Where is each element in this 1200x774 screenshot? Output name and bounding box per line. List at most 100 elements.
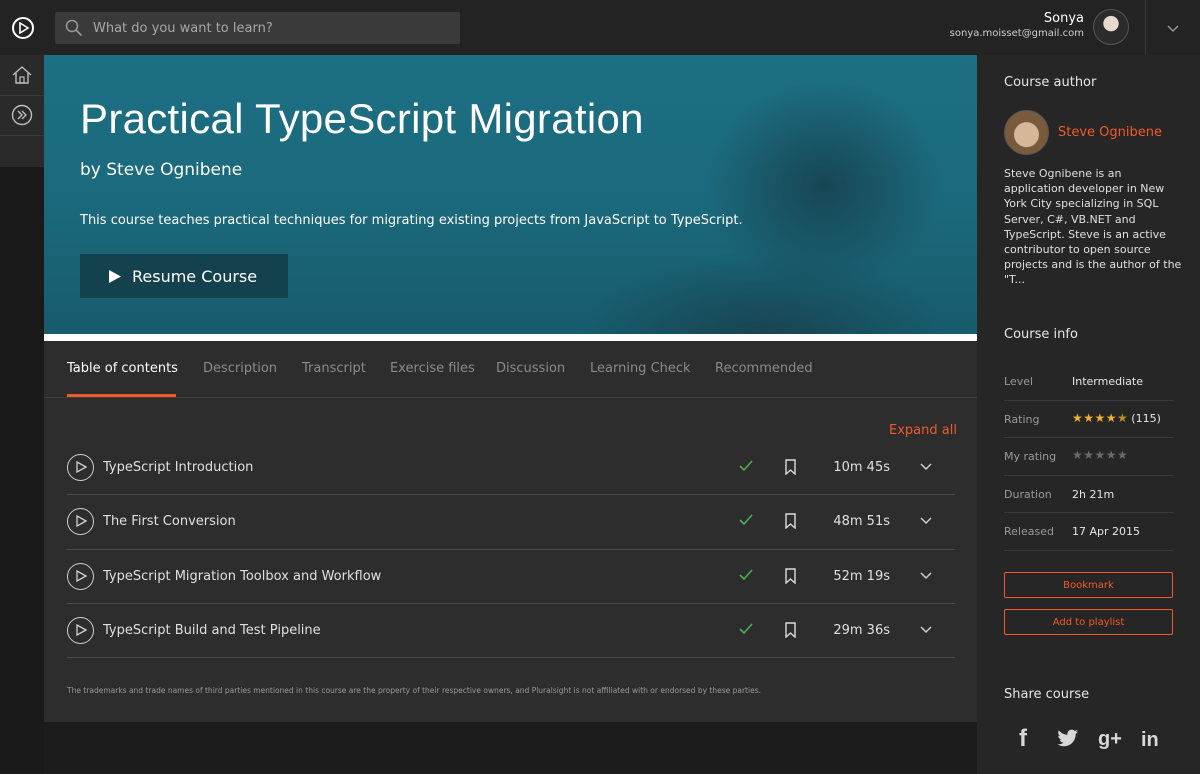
- course-tabs: Table of contents Description Transcript…: [44, 341, 977, 398]
- chevron-down-icon[interactable]: [920, 625, 932, 635]
- bookmark-icon[interactable]: [785, 513, 796, 530]
- module-row[interactable]: TypeScript Migration Toolbox and Workflo…: [67, 550, 955, 604]
- author-name-link[interactable]: Steve Ognibene: [1058, 125, 1162, 140]
- double-chevron-right-icon: [11, 104, 33, 126]
- user-avatar[interactable]: [1093, 9, 1129, 45]
- resume-course-button[interactable]: Resume Course: [80, 254, 288, 298]
- linkedin-icon[interactable]: in: [1141, 729, 1159, 752]
- play-module-button[interactable]: [67, 508, 94, 536]
- module-row[interactable]: TypeScript Introduction 10m 45s: [67, 441, 955, 496]
- search-input[interactable]: [93, 12, 453, 44]
- info-label: Duration: [1004, 487, 1052, 501]
- info-row-rating: Rating ★★★★★ (115): [1004, 401, 1173, 438]
- info-row-level: Level Intermediate: [1004, 363, 1173, 401]
- course-author-heading: Course author: [1004, 75, 1097, 90]
- bookmark-button[interactable]: Bookmark: [1004, 572, 1173, 598]
- user-menu-chevron-down-icon[interactable]: [1163, 18, 1183, 38]
- play-module-button[interactable]: [67, 562, 94, 590]
- play-icon: [76, 623, 87, 636]
- course-title: Practical TypeScript Migration: [80, 95, 644, 142]
- tab-exercise-files[interactable]: Exercise files: [390, 361, 475, 376]
- search-icon: [65, 19, 83, 37]
- module-list: TypeScript Introduction 10m 45s The Firs…: [67, 441, 955, 659]
- chevron-down-icon[interactable]: [920, 462, 932, 472]
- play-module-button[interactable]: [67, 454, 94, 481]
- expand-nav-button[interactable]: [0, 95, 44, 135]
- module-duration: 48m 51s: [833, 514, 890, 530]
- bookmark-icon[interactable]: [785, 622, 796, 638]
- left-rail: [0, 55, 44, 774]
- google-plus-icon[interactable]: g+: [1098, 728, 1122, 751]
- bookmark-icon[interactable]: [785, 459, 796, 475]
- add-to-playlist-button[interactable]: Add to playlist: [1004, 609, 1173, 635]
- user-name: Sonya: [1043, 11, 1084, 26]
- author-bio: Steve Ognibene is an application develop…: [1004, 167, 1182, 287]
- tab-learning-check[interactable]: Learning Check: [590, 361, 691, 376]
- course-hero: Practical TypeScript Migration by Steve …: [44, 55, 977, 334]
- tab-discussion[interactable]: Discussion: [496, 361, 565, 376]
- info-label: My rating: [1004, 450, 1057, 463]
- info-row-released: Released 17 Apr 2015: [1004, 513, 1173, 551]
- tab-table-of-contents[interactable]: Table of contents: [67, 361, 178, 376]
- course-info-table: Level Intermediate Rating ★★★★★ (115) My …: [1004, 363, 1173, 551]
- resume-course-label: Resume Course: [132, 266, 258, 286]
- rating-count: (115): [1131, 411, 1161, 425]
- share-course-heading: Share course: [1004, 687, 1090, 702]
- module-row[interactable]: The First Conversion 48m 51s: [67, 495, 955, 550]
- author-avatar[interactable]: [1004, 110, 1049, 155]
- checkmark-icon: [739, 623, 753, 635]
- user-email: sonya.moisset@gmail.com: [949, 28, 1084, 39]
- top-bar: Sonya sonya.moisset@gmail.com: [0, 0, 1200, 55]
- home-icon: [12, 66, 32, 84]
- chevron-down-icon[interactable]: [920, 571, 932, 581]
- hero-bottom-bar: [44, 334, 977, 341]
- expand-all-link[interactable]: Expand all: [889, 423, 957, 438]
- twitter-icon[interactable]: [1057, 729, 1079, 747]
- checkmark-icon: [739, 569, 753, 580]
- info-label: Level: [1004, 375, 1034, 388]
- search-box: [55, 12, 460, 44]
- module-duration: 10m 45s: [833, 460, 890, 475]
- module-duration: 52m 19s: [833, 568, 890, 584]
- module-title: TypeScript Migration Toolbox and Workflo…: [103, 568, 382, 584]
- info-value: Intermediate: [1072, 375, 1143, 388]
- module-title: The First Conversion: [103, 514, 236, 530]
- info-label: Released: [1004, 525, 1054, 538]
- info-value: 17 Apr 2015: [1072, 525, 1141, 538]
- info-value: 2h 21m: [1072, 487, 1115, 501]
- tab-description[interactable]: Description: [203, 361, 277, 376]
- course-description: This course teaches practical techniques…: [80, 213, 743, 228]
- divider: [0, 135, 44, 136]
- module-title: TypeScript Build and Test Pipeline: [103, 622, 321, 638]
- trademark-disclaimer: The trademarks and trade names of third …: [67, 686, 761, 695]
- play-icon: [76, 515, 87, 528]
- info-label: Rating: [1004, 412, 1040, 426]
- module-title: TypeScript Introduction: [103, 460, 254, 475]
- play-icon: [76, 569, 87, 582]
- rating-stars: ★★★★★ (115): [1072, 410, 1161, 425]
- chevron-down-icon[interactable]: [920, 516, 932, 526]
- my-rating-stars[interactable]: ★★★★★: [1072, 448, 1128, 462]
- bookmark-icon[interactable]: [785, 567, 796, 584]
- course-info-heading: Course info: [1004, 327, 1078, 342]
- pluralsight-logo-icon[interactable]: [12, 17, 34, 39]
- facebook-icon[interactable]: f: [1019, 725, 1027, 753]
- play-icon: [76, 461, 87, 473]
- module-row[interactable]: TypeScript Build and Test Pipeline 29m 3…: [67, 604, 955, 659]
- course-byline: by Steve Ognibene: [80, 160, 243, 180]
- info-row-my-rating: My rating ★★★★★: [1004, 438, 1173, 476]
- info-row-duration: Duration 2h 21m: [1004, 476, 1173, 513]
- app-root: Sonya sonya.moisset@gmail.com: [0, 0, 1200, 774]
- active-tab-indicator: [67, 394, 176, 397]
- divider: [1145, 0, 1146, 55]
- module-duration: 29m 36s: [833, 622, 890, 638]
- tab-recommended[interactable]: Recommended: [715, 361, 813, 376]
- tab-transcript[interactable]: Transcript: [302, 361, 366, 376]
- course-content-panel: Table of contents Description Transcript…: [44, 341, 977, 722]
- play-icon: [109, 269, 121, 283]
- course-sidebar: Course author Steve Ognibene Steve Ognib…: [977, 55, 1200, 774]
- checkmark-icon: [739, 460, 753, 472]
- home-nav-button[interactable]: [0, 55, 44, 95]
- play-module-button[interactable]: [67, 616, 94, 644]
- checkmark-icon: [739, 514, 753, 526]
